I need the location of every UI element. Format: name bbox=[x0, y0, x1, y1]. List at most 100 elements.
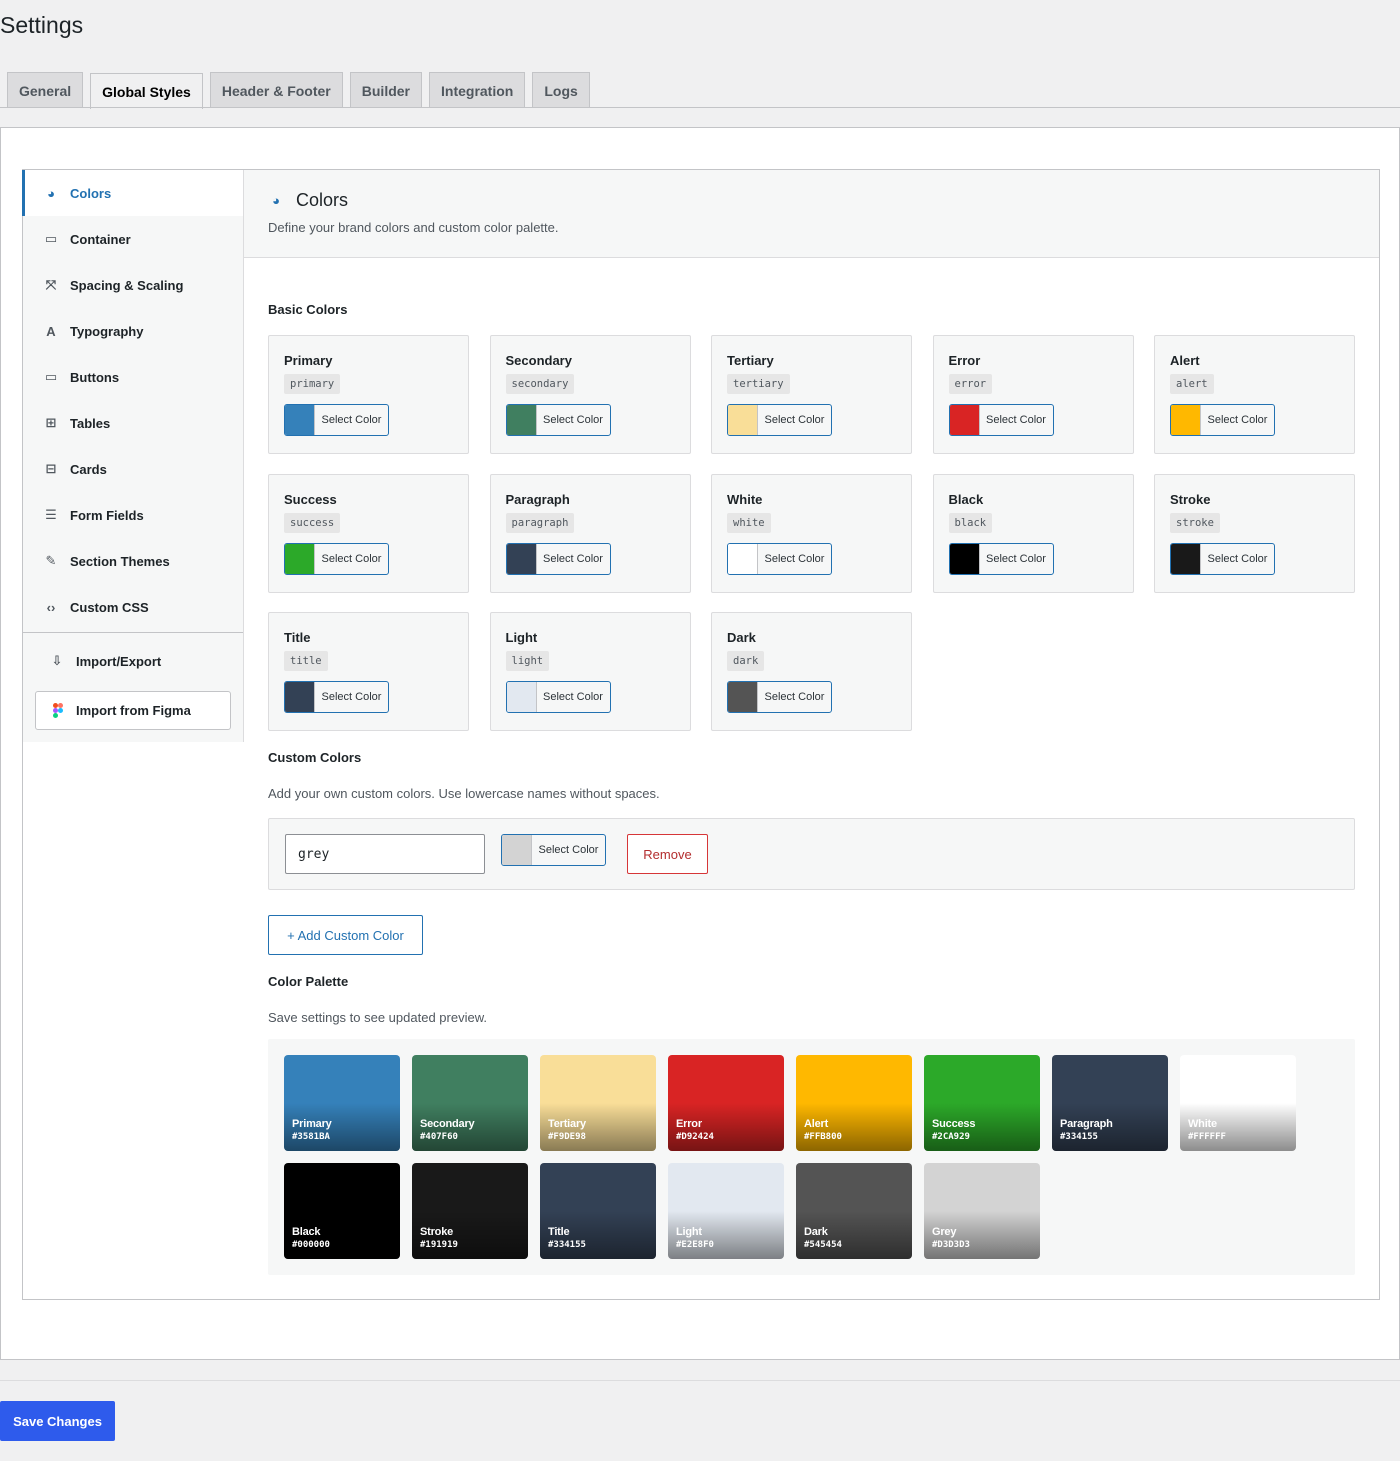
color-name: Paragraph bbox=[505, 491, 570, 507]
import-export-button[interactable]: ⇩ Import/Export bbox=[23, 633, 243, 689]
swatch-name: Alert bbox=[804, 1118, 829, 1130]
select-color-button[interactable]: Select Color bbox=[727, 681, 832, 713]
sidebar-item-label: Container bbox=[70, 231, 131, 247]
add-custom-color-button[interactable]: + Add Custom Color bbox=[268, 915, 423, 955]
swatch-name: Dark bbox=[804, 1226, 828, 1238]
sidebar-item-label: Colors bbox=[70, 185, 112, 201]
select-color-button[interactable]: Select Color bbox=[501, 834, 606, 866]
select-color-button[interactable]: Select Color bbox=[948, 404, 1054, 436]
select-color-button[interactable]: Select Color bbox=[284, 542, 389, 575]
sidebar-item-cards[interactable]: ⊟ Cards bbox=[23, 446, 243, 492]
color-swatch bbox=[728, 543, 758, 574]
select-color-button[interactable]: Select Color bbox=[1170, 542, 1275, 575]
swatch-name: Success bbox=[932, 1118, 976, 1130]
swatch-hex: #F9DE98 bbox=[548, 1132, 586, 1142]
tab-general[interactable]: General bbox=[7, 72, 84, 108]
import-figma-button[interactable]: Import from Figma bbox=[35, 691, 231, 730]
swatch-name: Title bbox=[548, 1226, 570, 1238]
swatch-name: Black bbox=[292, 1226, 321, 1238]
swatch-hex: #2CA929 bbox=[932, 1132, 970, 1142]
custom-color-name-input[interactable] bbox=[285, 834, 485, 874]
select-color-label: Select Color bbox=[764, 552, 825, 565]
section-subtitle: Define your brand colors and custom colo… bbox=[268, 220, 559, 235]
color-slug: error bbox=[948, 374, 993, 394]
container-icon: ▭ bbox=[44, 231, 58, 246]
color-swatch bbox=[285, 405, 315, 435]
color-swatch bbox=[285, 543, 315, 574]
select-color-label: Select Color bbox=[543, 552, 603, 565]
tab-logs[interactable]: Logs bbox=[532, 72, 590, 108]
table-icon: ⊞ bbox=[45, 415, 57, 430]
select-color-button[interactable]: Select Color bbox=[505, 404, 611, 436]
swatch-name: Secondary bbox=[420, 1118, 475, 1130]
color-palette-preview: Primary #3581BA Secondary #407F60 Tertiary #F… bbox=[268, 1039, 1355, 1275]
color-slug: paragraph bbox=[505, 512, 575, 533]
sidebar-item-container[interactable]: ▭ Container bbox=[23, 216, 243, 262]
select-color-label: Select Color bbox=[1207, 414, 1268, 426]
color-name: White bbox=[727, 491, 763, 507]
color-name: Tertiary bbox=[727, 353, 774, 368]
tab-builder[interactable]: Builder bbox=[349, 72, 422, 108]
section-title: Colors bbox=[296, 190, 349, 210]
select-color-label: Select Color bbox=[764, 414, 825, 426]
sidebar-item-custom-css[interactable]: ‹› Custom CSS bbox=[23, 584, 243, 630]
select-color-label: Select Color bbox=[321, 552, 382, 565]
basic-colors-label: Basic Colors bbox=[268, 302, 348, 317]
select-color-button[interactable]: Select Color bbox=[284, 404, 389, 436]
color-slug: title bbox=[284, 651, 328, 671]
select-color-button[interactable]: Select Color bbox=[505, 542, 611, 575]
select-color-button[interactable]: Select Color bbox=[727, 542, 832, 575]
color-slug: primary bbox=[284, 374, 341, 394]
tabs-divider bbox=[0, 107, 1400, 108]
select-color-label: Select Color bbox=[764, 691, 825, 703]
sidebar-item-spacing-scaling[interactable]: ⤧ Spacing & Scaling bbox=[23, 262, 243, 308]
color-name: Title bbox=[284, 630, 311, 645]
sidebar-item-section-themes[interactable]: ✎ Section Themes bbox=[23, 538, 243, 584]
color-name: Stroke bbox=[1170, 491, 1211, 507]
remove-button[interactable]: Remove bbox=[627, 834, 708, 874]
select-color-button[interactable]: Select Color bbox=[284, 681, 389, 713]
palette-swatch-black: Black #000000 bbox=[284, 1163, 400, 1259]
tab-header-footer[interactable]: Header & Footer bbox=[209, 72, 343, 108]
tab-global-styles[interactable]: Global Styles bbox=[90, 73, 203, 109]
sidebar-item-buttons[interactable]: ▭ Buttons bbox=[23, 354, 243, 400]
sidebar-item-typography[interactable]: A Typography bbox=[23, 308, 243, 354]
color-card-black: Black black Select Color bbox=[932, 473, 1134, 593]
palette-swatch-primary: Primary #3581BA bbox=[284, 1055, 400, 1151]
color-swatch bbox=[728, 405, 758, 435]
select-color-button[interactable]: Select Color bbox=[727, 404, 832, 436]
sidebar-item-label: Cards bbox=[70, 461, 107, 477]
color-swatch bbox=[506, 682, 537, 712]
save-changes-button[interactable]: Save Changes bbox=[0, 1401, 115, 1441]
color-card-primary: Primary primary Select Color bbox=[268, 335, 469, 454]
swatch-name: Light bbox=[676, 1226, 702, 1238]
color-name: Black bbox=[948, 491, 984, 507]
palette-swatch-error: Error #D92424 bbox=[668, 1055, 784, 1151]
sidebar-item-tables[interactable]: ⊞ Tables bbox=[23, 400, 243, 446]
tab-integration[interactable]: Integration bbox=[429, 72, 526, 108]
select-color-button[interactable]: Select Color bbox=[948, 542, 1054, 575]
color-card-dark: Dark dark Select Color bbox=[711, 612, 912, 731]
color-slug: light bbox=[505, 651, 550, 671]
sidebar-item-label: Typography bbox=[70, 323, 144, 339]
color-slug: dark bbox=[727, 651, 765, 671]
swatch-hex: #E2E8F0 bbox=[676, 1240, 714, 1250]
sidebar-item-form-fields[interactable]: ☰ Form Fields bbox=[23, 492, 243, 538]
color-name: Alert bbox=[1170, 353, 1200, 368]
global-styles-frame: ◕ Colors ▭ Container ⤧ Spacing & Scaling A Typo… bbox=[22, 169, 1380, 1300]
color-slug: alert bbox=[1170, 374, 1214, 394]
colors-main: ◕ Colors Define your brand colors and cu… bbox=[244, 170, 1379, 1275]
select-color-button[interactable]: Select Color bbox=[505, 681, 611, 713]
import-export-label: Import/Export bbox=[76, 653, 162, 669]
swatch-hex: #545454 bbox=[804, 1240, 842, 1250]
swatch-hex: #D92424 bbox=[676, 1132, 714, 1142]
palette-swatch-light: Light #E2E8F0 bbox=[668, 1163, 784, 1259]
colors-header: ◕ Colors Define your brand colors and cu… bbox=[244, 170, 1379, 258]
styles-sidebar: ◕ Colors ▭ Container ⤧ Spacing & Scaling A Typo… bbox=[22, 170, 244, 742]
select-color-button[interactable]: Select Color bbox=[1170, 404, 1275, 436]
sidebar-item-colors[interactable]: ◕ Colors bbox=[22, 170, 243, 216]
select-color-label: Select Color bbox=[321, 414, 382, 426]
settings-tabs: General Global Styles Header & Footer Bu… bbox=[7, 72, 597, 109]
color-swatch bbox=[728, 682, 758, 712]
custom-colors-help: Add your own custom colors. Use lowercas… bbox=[268, 786, 660, 801]
